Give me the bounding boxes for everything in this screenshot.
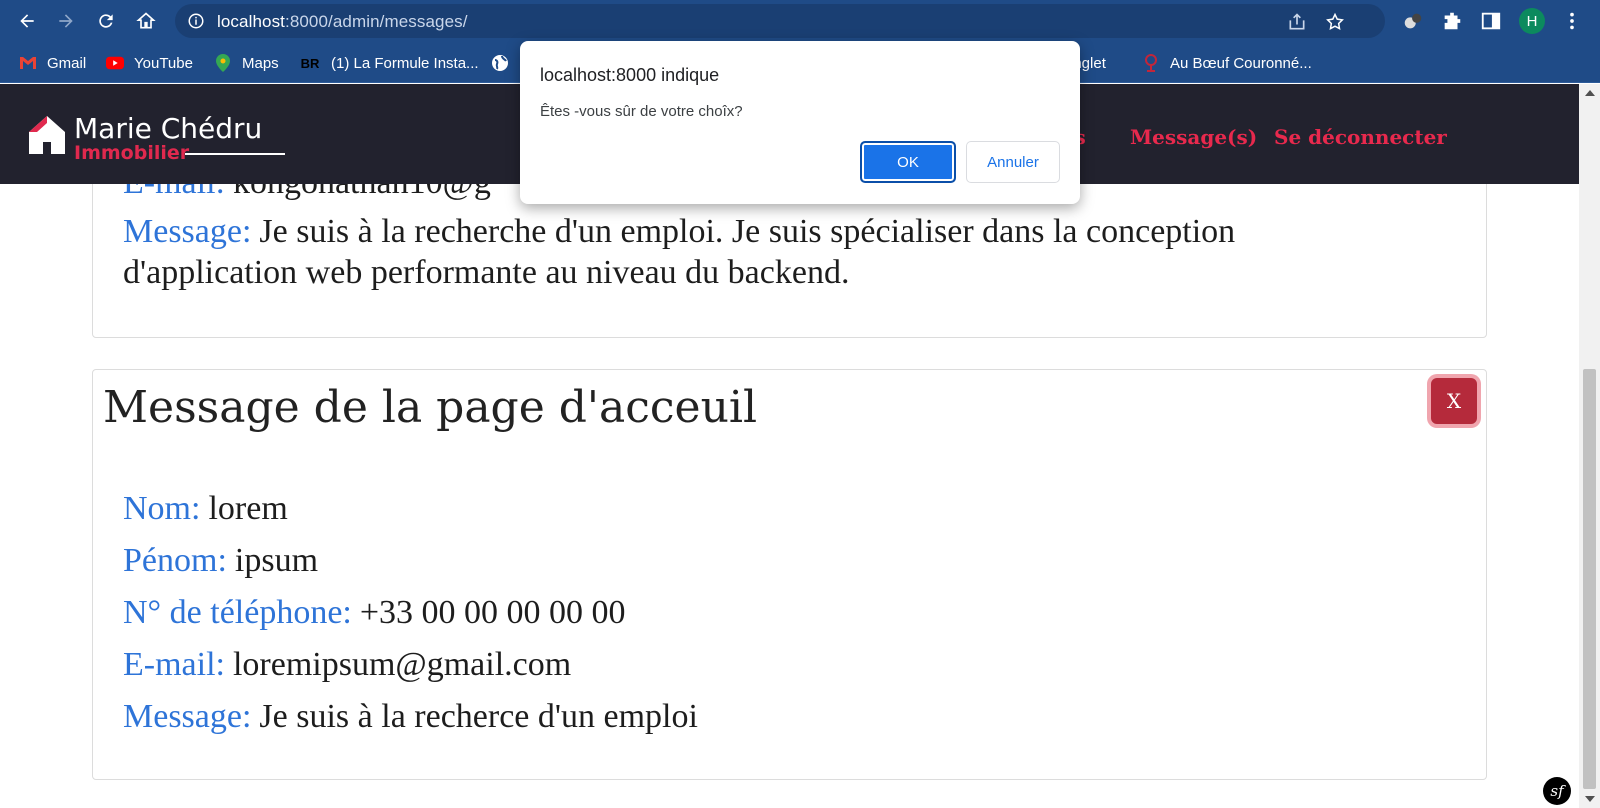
message-row: Message: Je suis à la recherce d'un emplo… <box>123 698 698 735</box>
message-card-2: Message de la page d'acceuil X Nom: lorem… <box>92 369 1487 780</box>
side-panel-icon[interactable] <box>1480 10 1502 32</box>
restaurant-icon <box>1142 54 1160 72</box>
extension-ball-icon[interactable] <box>1402 10 1424 32</box>
dialog-title: localhost:8000 indique <box>540 65 720 85</box>
bookmark-formule[interactable]: BR (1) La Formule Insta... <box>299 53 479 73</box>
extensions-puzzle-icon[interactable] <box>1441 10 1463 32</box>
prenom-row: Pénom: ipsum <box>123 542 319 579</box>
ok-button[interactable]: OK <box>860 141 956 183</box>
reload-button[interactable] <box>92 7 120 35</box>
youtube-icon <box>106 54 124 72</box>
message-title: Message de la page d'acceuil <box>103 382 758 433</box>
bookmark-maps[interactable]: Maps <box>214 53 279 73</box>
email-row: E-mail: loremipsum@gmail.com <box>123 646 572 683</box>
logo-underline <box>185 153 285 155</box>
delete-button[interactable]: X <box>1431 378 1477 424</box>
scroll-down-arrow-icon[interactable] <box>1585 796 1595 802</box>
back-button[interactable] <box>13 7 41 35</box>
forward-arrow-icon <box>59 14 73 28</box>
bookmark-au-boeuf[interactable]: Au Bœuf Couronné... <box>1142 53 1312 73</box>
forward-button[interactable] <box>52 7 80 35</box>
browser-toolbar: localhost:8000/admin/messages/ H <box>0 0 1600 42</box>
symfony-toolbar-icon[interactable]: sf <box>1543 777 1571 805</box>
site-logo[interactable]: Marie Chédru Immobilier <box>28 112 285 164</box>
back-arrow-icon <box>20 14 34 28</box>
cancel-button[interactable]: Annuler <box>966 141 1060 183</box>
reload-icon <box>99 14 113 28</box>
page-scrollbar[interactable] <box>1579 84 1600 808</box>
profile-avatar[interactable]: H <box>1519 8 1545 34</box>
home-icon <box>136 12 156 29</box>
globe-icon <box>491 54 509 72</box>
address-bar[interactable]: localhost:8000/admin/messages/ <box>175 4 1385 38</box>
maps-icon <box>214 54 232 72</box>
site-info-icon[interactable] <box>187 12 205 30</box>
message-row-continued: d'application web performante au niveau … <box>123 254 850 291</box>
url-text: localhost:8000/admin/messages/ <box>217 12 468 31</box>
bookmark-star-icon[interactable] <box>1325 12 1345 32</box>
nav-link-logout[interactable]: Se déconnecter <box>1274 125 1447 149</box>
bookmark-youtube[interactable]: YouTube <box>106 53 193 73</box>
br-icon: BR <box>300 55 320 71</box>
bookmark-globe[interactable] <box>491 53 519 73</box>
bookmark-gmail[interactable]: Gmail <box>19 53 86 73</box>
house-logo-icon <box>29 116 65 154</box>
gmail-icon <box>19 54 37 72</box>
phone-row: N° de téléphone: +33 00 00 00 00 00 <box>123 594 626 631</box>
nav-link-messages[interactable]: Message(s) <box>1130 125 1257 149</box>
share-icon[interactable] <box>1287 12 1307 32</box>
scroll-thumb[interactable] <box>1583 369 1596 789</box>
message-row: Message: Je suis à la recherche d'un empl… <box>123 213 1236 250</box>
menu-kebab-icon[interactable] <box>1561 10 1583 32</box>
confirm-dialog: localhost:8000 indique Êtes -vous sûr de… <box>520 41 1080 204</box>
dialog-message: Êtes -vous sûr de votre choîx? <box>540 103 743 120</box>
home-button[interactable] <box>132 7 160 35</box>
scroll-up-arrow-icon[interactable] <box>1585 90 1595 96</box>
nom-row: Nom: lorem <box>123 490 288 527</box>
